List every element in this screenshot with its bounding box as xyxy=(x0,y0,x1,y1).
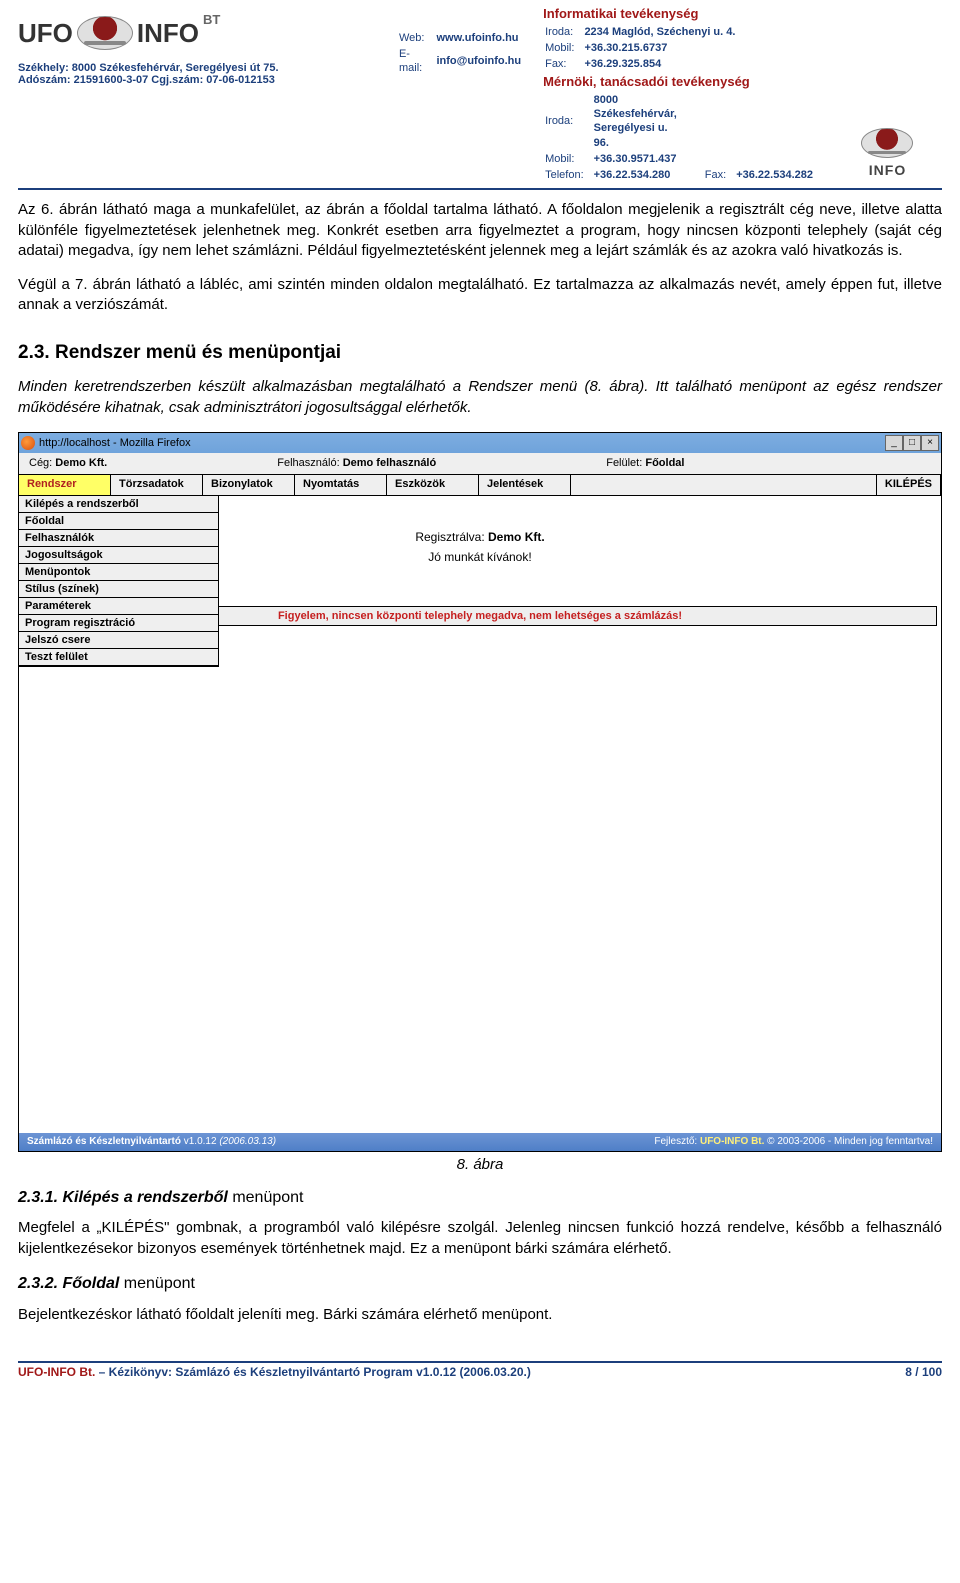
logo-info-text: INFO xyxy=(137,18,199,49)
menu-jelentesek[interactable]: Jelentések xyxy=(479,475,571,495)
menu-eszkozok[interactable]: Eszközök xyxy=(387,475,479,495)
dd-regisztracio[interactable]: Program regisztráció xyxy=(19,615,218,632)
it-office-value: 2234 Maglód, Széchenyi u. 4. xyxy=(584,25,743,39)
paragraph-3: Minden keretrendszerben készült alkalmaz… xyxy=(18,377,942,418)
minimize-button[interactable]: _ xyxy=(885,435,903,451)
dd-kilepes[interactable]: Kilépés a rendszerből xyxy=(19,496,218,513)
heading-2-3-1: 2.3.1. Kilépés a rendszerből menüpont xyxy=(18,1187,942,1209)
page-header: UFO INFO BT Székhely: 8000 Székesfehérvá… xyxy=(18,0,942,184)
logo: UFO INFO BT xyxy=(18,6,387,60)
menu-rendszer[interactable]: Rendszer xyxy=(19,475,111,495)
menu-bar: Rendszer Törzsadatok Bizonylatok Nyomtat… xyxy=(19,475,941,496)
logo-ufo-text: UFO xyxy=(18,18,73,49)
eng-tel-value: +36.22.534.280 xyxy=(594,168,685,182)
eng-mobil-label: Mobil: xyxy=(545,152,592,166)
ufo-disk-small-icon xyxy=(861,128,913,158)
it-fax-label: Fax: xyxy=(545,57,582,71)
it-office-label: Iroda: xyxy=(545,25,582,39)
eng-fax-value: +36.22.534.282 xyxy=(736,168,821,182)
app-footer-left: Számlázó és Készletnyilvántartó v1.0.12 … xyxy=(27,1136,276,1147)
status-company: Cég: Demo Kft. xyxy=(29,457,107,469)
email-label: E-mail: xyxy=(399,48,434,76)
logo-bt-text: BT xyxy=(203,12,220,27)
eng-tel-label: Telefon: xyxy=(545,168,592,182)
it-fax-value: +36.29.325.854 xyxy=(584,57,743,71)
web-contact-block: Web:www.ufoinfo.hu E-mail:info@ufoinfo.h… xyxy=(397,30,533,77)
menu-torzsadatok[interactable]: Törzsadatok xyxy=(111,475,203,495)
dd-felhasznalok[interactable]: Felhasználók xyxy=(19,530,218,547)
dd-parameterek[interactable]: Paraméterek xyxy=(19,598,218,615)
dd-teszt[interactable]: Teszt felület xyxy=(19,649,218,666)
footer-left: UFO-INFO Bt. – Kézikönyv: Számlázó és Ké… xyxy=(18,1365,531,1379)
seat-line: Székhely: 8000 Székesfehérvár, Seregélye… xyxy=(18,62,387,74)
heading-2-3: 2.3. Rendszer menü és menüpontjai xyxy=(18,340,942,366)
web-label: Web: xyxy=(399,32,434,46)
it-mobil-value: +36.30.215.6737 xyxy=(584,41,743,55)
info-word: INFO xyxy=(869,162,906,178)
rendszer-dropdown: Kilépés a rendszerből Főoldal Felhasznál… xyxy=(19,496,219,667)
eng-section-title: Mérnöki, tanácsadói tevékenység xyxy=(543,74,823,91)
status-bar: Cég: Demo Kft. Felhasználó: Demo felhasz… xyxy=(19,453,941,475)
it-mobil-label: Mobil: xyxy=(545,41,582,55)
web-value: www.ufoinfo.hu xyxy=(436,32,531,46)
paragraph-2: Végül a 7. ábrán látható a lábléc, ami s… xyxy=(18,275,942,316)
ufo-disk-icon xyxy=(77,16,133,50)
eng-office-label: Iroda: xyxy=(545,93,592,150)
menu-bizonylatok[interactable]: Bizonylatok xyxy=(203,475,295,495)
page-footer: UFO-INFO Bt. – Kézikönyv: Számlázó és Ké… xyxy=(18,1361,942,1379)
dd-menupontok[interactable]: Menüpontok xyxy=(19,564,218,581)
footer-page-number: 8 / 100 xyxy=(905,1365,942,1379)
status-user: Felhasználó: Demo felhasználó xyxy=(277,457,436,469)
header-rule xyxy=(18,188,942,190)
email-value: info@ufoinfo.hu xyxy=(436,48,531,76)
app-footer-right: Fejlesztő: UFO-INFO Bt. © 2003-2006 - Mi… xyxy=(654,1136,933,1147)
paragraph-1: Az 6. ábrán látható maga a munkafelület,… xyxy=(18,200,942,261)
dd-stilus[interactable]: Stílus (színek) xyxy=(19,581,218,598)
status-area: Felület: Főoldal xyxy=(606,457,684,469)
registration-line: Adószám: 21591600-3-07 Cgj.szám: 07-06-0… xyxy=(18,74,387,86)
firefox-icon xyxy=(21,436,35,450)
heading-2-3-2: 2.3.2. Főoldal menüpont xyxy=(18,1273,942,1295)
paragraph-5: Bejelentkezéskor látható főoldalt jelení… xyxy=(18,1305,942,1325)
dd-fooldal[interactable]: Főoldal xyxy=(19,513,218,530)
eng-mobil-value: +36.30.9571.437 xyxy=(594,152,685,166)
eng-fax-label: Fax: xyxy=(687,168,734,182)
maximize-button[interactable]: □ xyxy=(903,435,921,451)
dd-jelszo[interactable]: Jelszó csere xyxy=(19,632,218,649)
close-button[interactable]: × xyxy=(921,435,939,451)
menu-nyomtatas[interactable]: Nyomtatás xyxy=(295,475,387,495)
it-section-title: Informatikai tevékenység xyxy=(543,6,823,23)
dd-jogosultsagok[interactable]: Jogosultságok xyxy=(19,547,218,564)
main-area: Kilépés a rendszerből Főoldal Felhasznál… xyxy=(19,496,941,1133)
app-screenshot: http://localhost - Mozilla Firefox _ □ ×… xyxy=(18,432,942,1152)
paragraph-4: Megfelel a „KILÉPÉS" gombnak, a programb… xyxy=(18,1218,942,1259)
window-title: http://localhost - Mozilla Firefox xyxy=(39,437,191,449)
eng-office-value: 8000 Székesfehérvár, Seregélyesi u. 96. xyxy=(594,93,685,150)
menu-kilepes[interactable]: KILÉPÉS xyxy=(877,475,941,495)
figure-caption: 8. ábra xyxy=(18,1156,942,1173)
app-footer: Számlázó és Készletnyilvántartó v1.0.12 … xyxy=(19,1133,941,1151)
menu-spacer xyxy=(571,475,877,495)
window-titlebar: http://localhost - Mozilla Firefox _ □ × xyxy=(19,433,941,453)
